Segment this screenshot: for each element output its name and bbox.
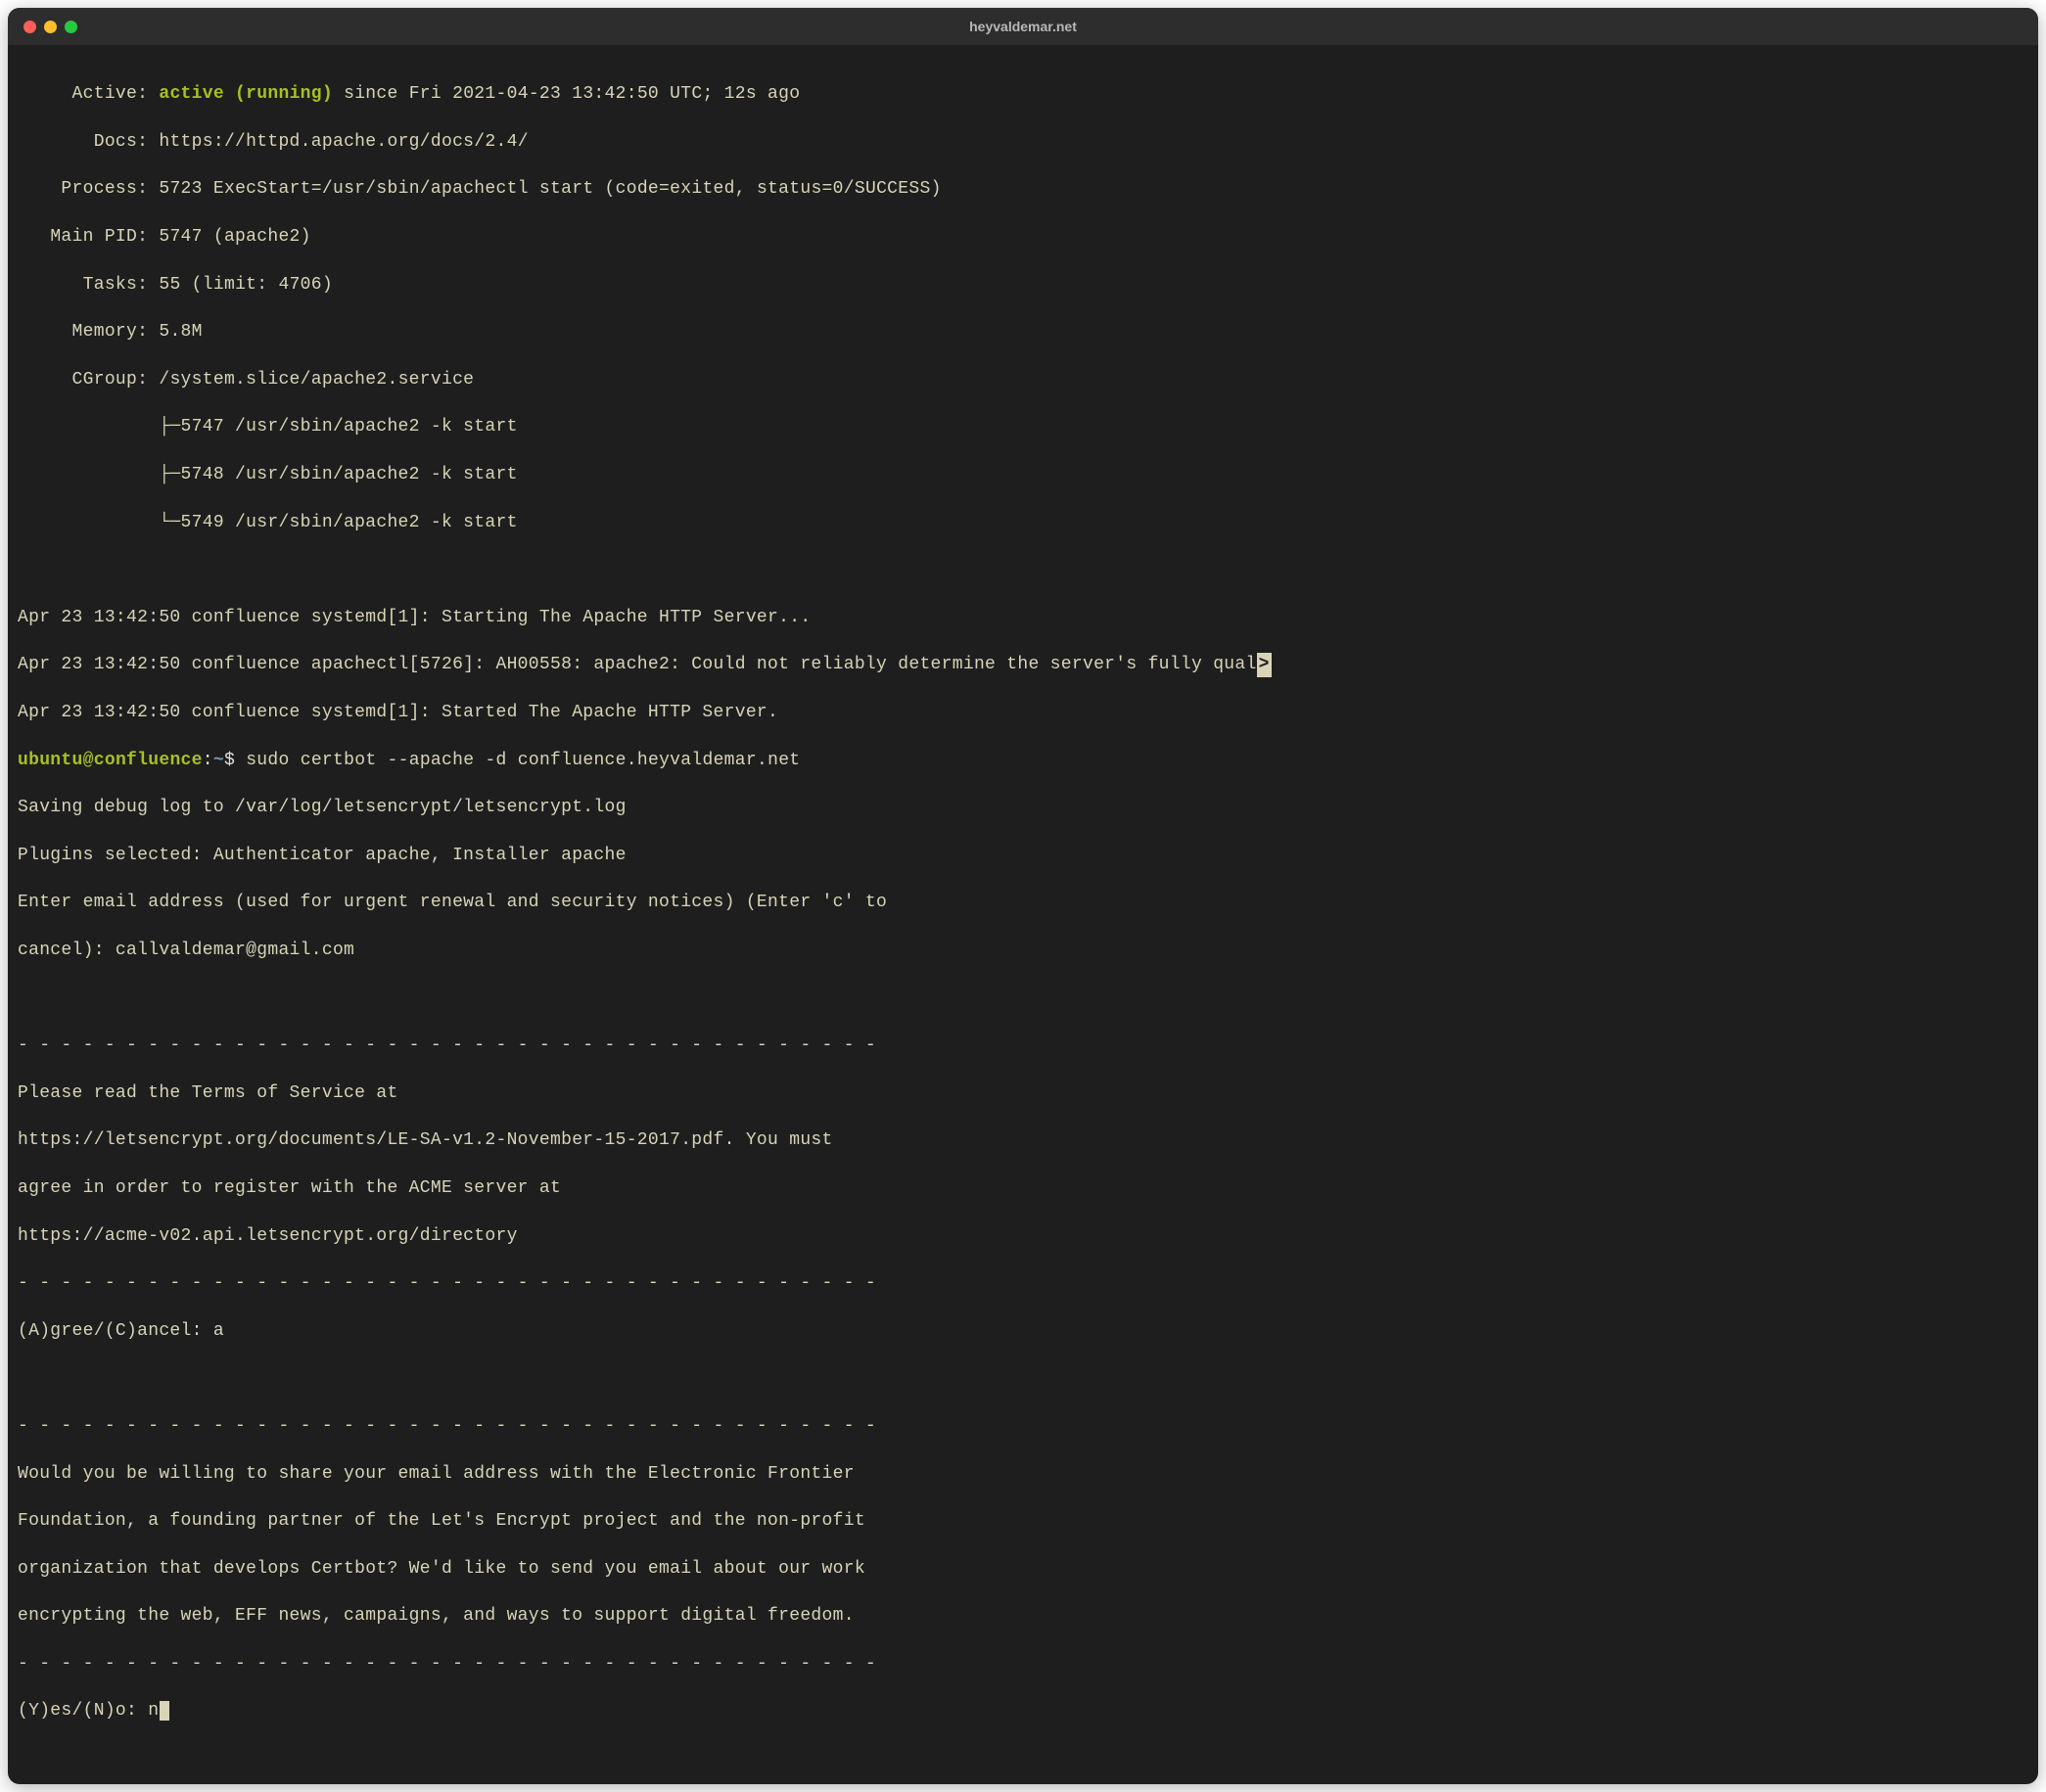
dash-line: - - - - - - - - - - - - - - - - - - - - … [18,1414,2028,1438]
cgroup-tree-3: └─5749 /usr/sbin/apache2 -k start [18,511,2028,534]
output-line: Saving debug log to /var/log/letsencrypt… [18,796,2028,819]
log-line-1: Apr 23 13:42:50 confluence systemd[1]: S… [18,606,2028,629]
prompt-path: ~ [213,751,224,770]
tos-line-2: https://letsencrypt.org/documents/LE-SA-… [18,1128,2028,1152]
output-line: Plugins selected: Authenticator apache, … [18,844,2028,867]
output-line: cancel): callvaldemar@gmail.com [18,939,2028,962]
blank-line [18,987,2028,1010]
title-bar: heyvaldemar.net [8,8,2038,45]
output-line: Enter email address (used for urgent ren… [18,891,2028,914]
status-active: Active: active (running) since Fri 2021-… [18,82,2028,106]
terminal-body[interactable]: Active: active (running) since Fri 2021-… [8,45,2038,1784]
tos-line-3: agree in order to register with the ACME… [18,1176,2028,1200]
cursor [160,1701,169,1721]
status-docs: Docs: https://httpd.apache.org/docs/2.4/ [18,130,2028,154]
status-memory: Memory: 5.8M [18,320,2028,344]
status-cgroup: CGroup: /system.slice/apache2.service [18,368,2028,391]
traffic-lights [23,21,77,33]
eff-line-4: encrypting the web, EFF news, campaigns,… [18,1604,2028,1628]
status-tasks: Tasks: 55 (limit: 4706) [18,273,2028,297]
command: sudo certbot --apache -d confluence.heyv… [246,751,800,770]
maximize-icon[interactable] [65,21,77,33]
dash-line: - - - - - - - - - - - - - - - - - - - - … [18,1034,2028,1057]
eff-line-1: Would you be willing to share your email… [18,1462,2028,1486]
cgroup-tree-1: ├─5747 /usr/sbin/apache2 -k start [18,415,2028,438]
tos-line-4: https://acme-v02.api.letsencrypt.org/dir… [18,1224,2028,1248]
minimize-icon[interactable] [44,21,57,33]
log-line-3: Apr 23 13:42:50 confluence systemd[1]: S… [18,701,2028,724]
eff-line-2: Foundation, a founding partner of the Le… [18,1509,2028,1533]
dash-line: - - - - - - - - - - - - - - - - - - - - … [18,1652,2028,1676]
prompt-line: ubuntu@confluence:~$ sudo certbot --apac… [18,749,2028,772]
blank-line [18,558,2028,581]
scroll-right-icon: > [1257,653,1272,676]
close-icon[interactable] [23,21,36,33]
status-mainpid: Main PID: 5747 (apache2) [18,225,2028,249]
eff-line-3: organization that develops Certbot? We'd… [18,1557,2028,1581]
dash-line: - - - - - - - - - - - - - - - - - - - - … [18,1271,2028,1295]
terminal-window: heyvaldemar.net Active: active (running)… [8,8,2038,1784]
cgroup-tree-2: ├─5748 /usr/sbin/apache2 -k start [18,463,2028,486]
status-process: Process: 5723 ExecStart=/usr/sbin/apache… [18,177,2028,201]
tos-line-1: Please read the Terms of Service at [18,1081,2028,1105]
agree-prompt: (A)gree/(C)ancel: a [18,1319,2028,1343]
prompt-host: confluence [94,751,203,770]
yesno-prompt: (Y)es/(N)o: n [18,1699,2028,1723]
blank-line [18,1366,2028,1390]
log-line-2: Apr 23 13:42:50 confluence apachectl[572… [18,653,2028,676]
window-title: heyvaldemar.net [969,19,1077,34]
prompt-user: ubuntu [18,751,83,770]
